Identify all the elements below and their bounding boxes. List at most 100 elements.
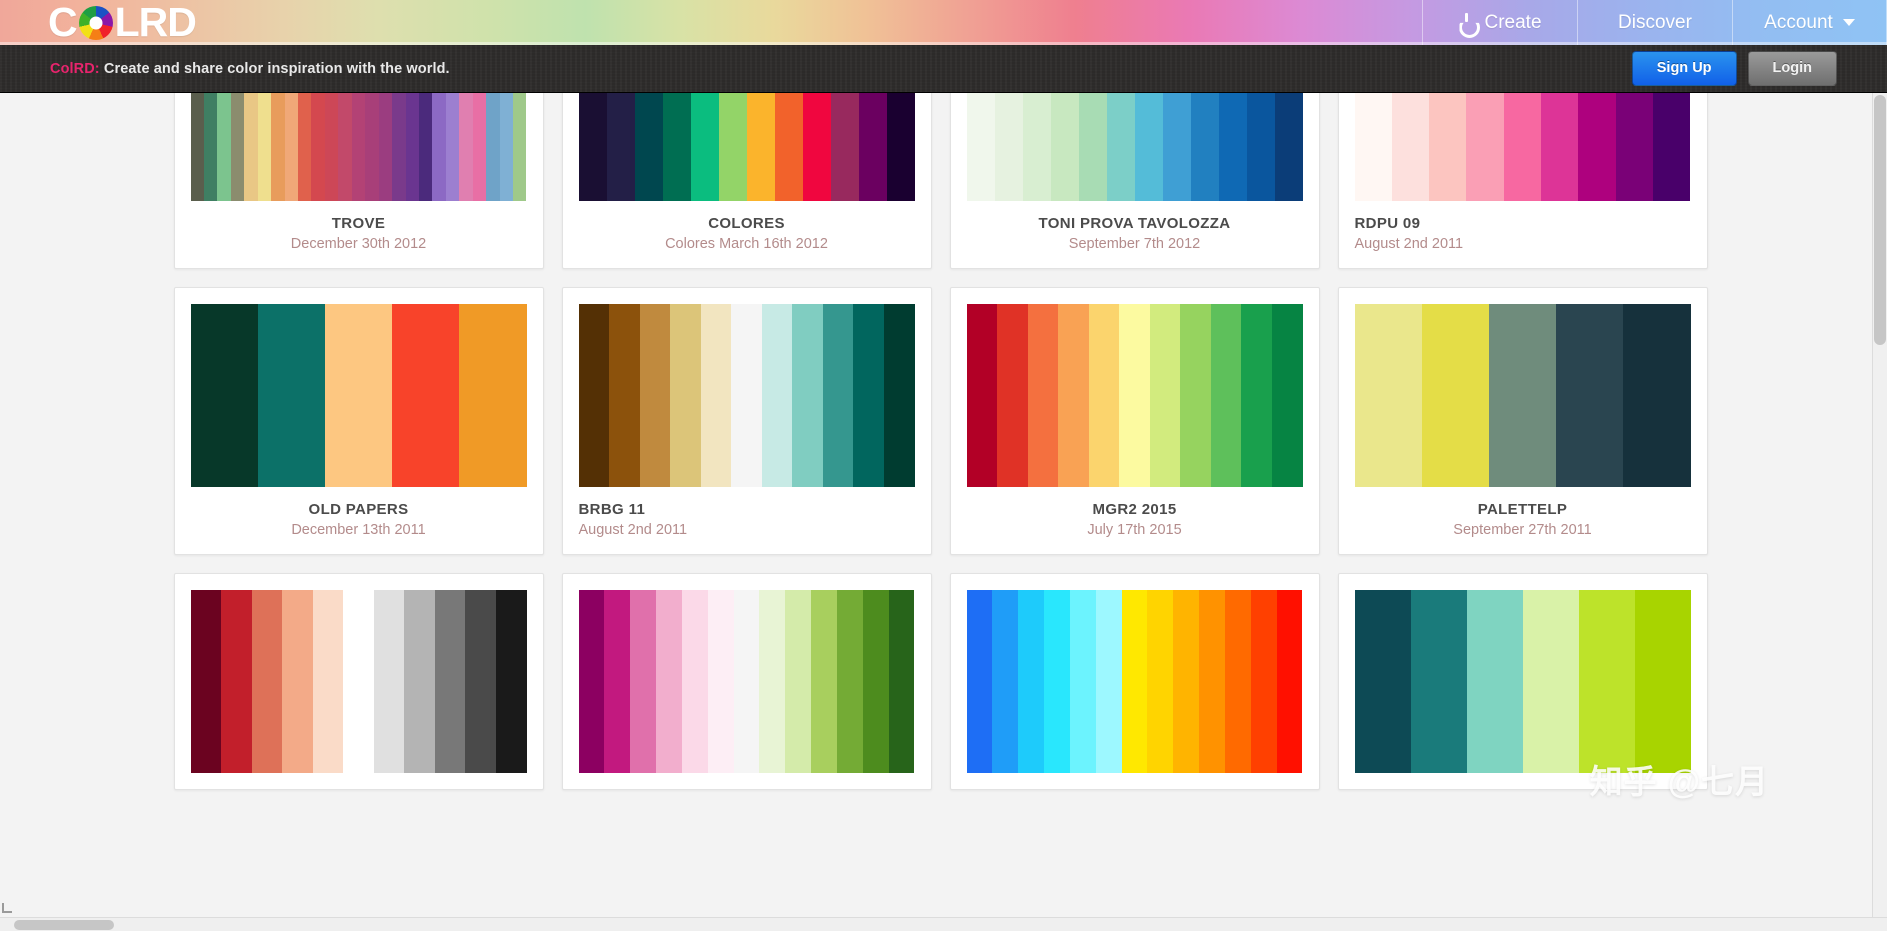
palette-swatch[interactable] — [1162, 93, 1191, 201]
palette-swatch[interactable] — [351, 93, 366, 201]
palette-swatch[interactable] — [1466, 93, 1504, 201]
palette-swatch[interactable] — [836, 590, 863, 773]
palette-card[interactable]: TROVE December 30th 2012 — [173, 93, 544, 269]
palette-swatch-strip[interactable] — [190, 590, 527, 773]
palette-swatch[interactable] — [578, 590, 605, 773]
palette-swatch[interactable] — [858, 93, 887, 201]
login-button[interactable]: Login — [1747, 51, 1837, 86]
palette-swatch[interactable] — [1354, 590, 1411, 773]
palette-swatch[interactable] — [1022, 93, 1051, 201]
palette-swatch[interactable] — [1276, 590, 1303, 773]
palette-swatch[interactable] — [1556, 304, 1624, 487]
palette-swatch[interactable] — [499, 93, 513, 201]
palette-swatch[interactable] — [432, 93, 446, 201]
palette-swatch[interactable] — [746, 93, 775, 201]
palette-swatch[interactable] — [392, 93, 406, 201]
palette-card[interactable] — [561, 573, 932, 790]
palette-swatch[interactable] — [298, 93, 312, 201]
palette-swatch[interactable] — [378, 93, 393, 201]
palette-swatch[interactable] — [966, 93, 995, 201]
palette-swatch[interactable] — [1119, 304, 1150, 487]
palette-swatch[interactable] — [284, 93, 298, 201]
palette-swatch[interactable] — [1058, 304, 1089, 487]
palette-swatch[interactable] — [1121, 590, 1148, 773]
palette-swatch[interactable] — [343, 590, 374, 773]
palette-swatch[interactable] — [1210, 304, 1242, 487]
palette-swatch[interactable] — [802, 93, 831, 201]
palette-swatch[interactable] — [1095, 590, 1122, 773]
sign-up-button[interactable]: Sign Up — [1631, 51, 1737, 86]
palette-swatch[interactable] — [1078, 93, 1107, 201]
palette-swatch[interactable] — [662, 93, 691, 201]
palette-swatch[interactable] — [1173, 590, 1200, 773]
palette-swatch-strip[interactable] — [1354, 93, 1691, 201]
nav-item-discover[interactable]: Discover — [1577, 0, 1732, 45]
palette-swatch[interactable] — [459, 304, 527, 487]
palette-swatch[interactable] — [1224, 590, 1251, 773]
palette-swatch[interactable] — [324, 93, 339, 201]
palette-swatch-strip[interactable] — [966, 590, 1303, 773]
palette-card[interactable] — [173, 573, 544, 790]
palette-swatch[interactable] — [774, 93, 803, 201]
palette-swatch[interactable] — [1147, 590, 1174, 773]
palette-swatch[interactable] — [1429, 93, 1467, 201]
palette-swatch[interactable] — [639, 304, 671, 487]
palette-swatch[interactable] — [1018, 590, 1045, 773]
palette-swatch[interactable] — [966, 304, 998, 487]
palette-card[interactable] — [949, 573, 1320, 790]
palette-swatch[interactable] — [404, 590, 435, 773]
palette-swatch[interactable] — [1410, 590, 1467, 773]
palette-card[interactable]: RDPU 09 August 2nd 2011 — [1337, 93, 1708, 269]
palette-swatch[interactable] — [1044, 590, 1070, 773]
palette-swatch[interactable] — [888, 590, 915, 773]
vertical-scrollbar-thumb[interactable] — [1874, 95, 1886, 345]
palette-swatch[interactable] — [311, 93, 325, 201]
palette-swatch[interactable] — [604, 590, 631, 773]
palette-card[interactable]: PALETTELP September 27th 2011 — [1337, 287, 1708, 555]
palette-swatch[interactable] — [472, 93, 487, 201]
palette-swatch[interactable] — [1069, 590, 1096, 773]
site-logo[interactable]: C LRD — [48, 0, 197, 45]
palette-swatch[interactable] — [656, 590, 682, 773]
palette-swatch[interactable] — [578, 304, 610, 487]
palette-swatch[interactable] — [1421, 304, 1489, 487]
palette-swatch-strip[interactable] — [190, 93, 527, 201]
palette-swatch[interactable] — [1218, 93, 1247, 201]
palette-swatch[interactable] — [792, 304, 823, 487]
palette-swatch[interactable] — [1190, 93, 1219, 201]
palette-swatch[interactable] — [1354, 93, 1392, 201]
palette-swatch[interactable] — [578, 93, 607, 201]
palette-swatch[interactable] — [1634, 590, 1691, 773]
palette-swatch[interactable] — [190, 590, 222, 773]
palette-swatch[interactable] — [1027, 304, 1059, 487]
palette-swatch[interactable] — [700, 304, 732, 487]
palette-swatch[interactable] — [190, 93, 204, 201]
palette-swatch[interactable] — [1241, 304, 1272, 487]
palette-card[interactable]: TONI PROVA TAVOLOZZA September 7th 2012 — [949, 93, 1320, 269]
palette-swatch[interactable] — [634, 93, 663, 201]
palette-card[interactable]: COLORES Colores March 16th 2012 — [561, 93, 932, 269]
palette-swatch-strip[interactable] — [966, 304, 1303, 487]
palette-swatch[interactable] — [257, 93, 272, 201]
palette-swatch[interactable] — [1466, 590, 1523, 773]
palette-swatch[interactable] — [1149, 304, 1181, 487]
palette-swatch[interactable] — [1199, 590, 1225, 773]
palette-swatch-strip[interactable] — [578, 590, 915, 773]
palette-swatch[interactable] — [217, 93, 231, 201]
horizontal-scrollbar[interactable] — [0, 917, 1887, 931]
palette-swatch[interactable] — [244, 93, 258, 201]
palette-swatch[interactable] — [257, 304, 325, 487]
palette-swatch[interactable] — [1522, 590, 1579, 773]
palette-swatch[interactable] — [1180, 304, 1211, 487]
palette-swatch[interactable] — [707, 590, 734, 773]
palette-swatch[interactable] — [203, 93, 218, 201]
nav-item-create[interactable]: Create — [1422, 0, 1577, 45]
palette-swatch[interactable] — [495, 590, 527, 773]
palette-swatch[interactable] — [853, 304, 884, 487]
palette-swatch[interactable] — [1134, 93, 1163, 201]
palette-swatch[interactable] — [886, 93, 915, 201]
palette-swatch[interactable] — [883, 304, 915, 487]
palette-swatch[interactable] — [992, 590, 1019, 773]
palette-swatch[interactable] — [230, 93, 245, 201]
palette-swatch[interactable] — [445, 93, 460, 201]
